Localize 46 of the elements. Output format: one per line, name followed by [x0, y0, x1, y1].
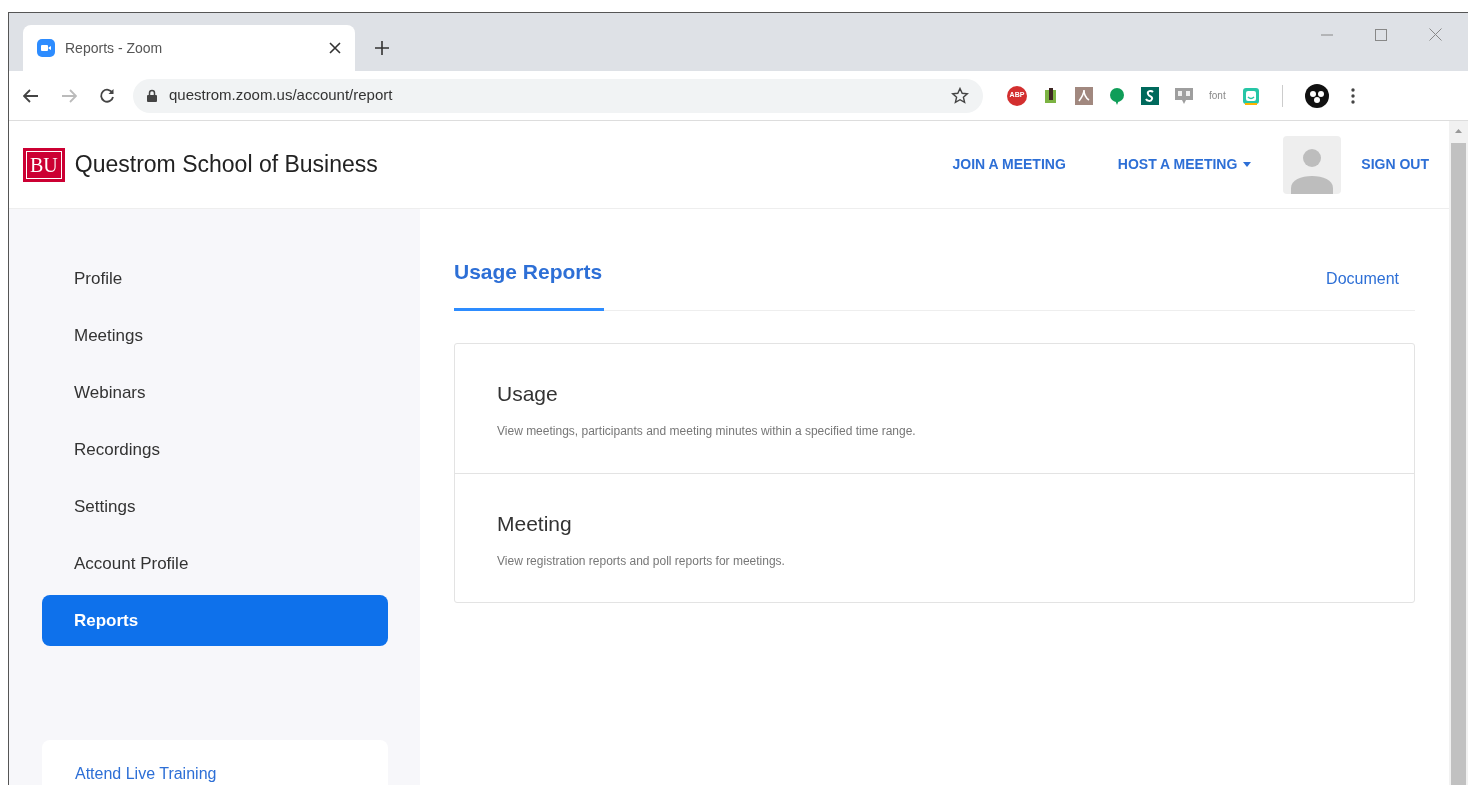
scrollbar-thumb[interactable] — [1451, 143, 1466, 785]
report-tab[interactable]: Usage Reports — [454, 245, 605, 311]
report-title[interactable]: Usage — [497, 378, 558, 410]
sidebar-item[interactable]: Account Profile — [42, 538, 388, 589]
speech-bubble-extension-icon[interactable] — [1175, 86, 1193, 105]
profile-avatar-icon[interactable] — [1304, 83, 1329, 108]
url-text: questrom.zoom.us/account/report — [169, 85, 394, 106]
tab-title: Reports - Zoom — [65, 38, 164, 58]
scrollbar[interactable] — [1449, 121, 1468, 785]
scroll-up-icon[interactable] — [1455, 129, 1462, 133]
chat-bubble-extension-icon[interactable] — [1109, 86, 1125, 105]
sidebar-item[interactable]: Settings — [42, 481, 388, 532]
sidebar-item[interactable]: Webinars — [42, 367, 388, 418]
star-icon[interactable] — [951, 86, 969, 105]
sidebar-item[interactable]: Reports — [42, 595, 388, 646]
report-title[interactable]: Meeting — [497, 508, 572, 540]
new-tab-icon[interactable] — [375, 41, 389, 55]
sidebar-item[interactable]: Recordings — [42, 424, 388, 475]
maximize-icon[interactable] — [1375, 28, 1387, 41]
reload-icon[interactable] — [99, 87, 115, 104]
sign-out-link[interactable]: SIGN OUT — [1361, 154, 1429, 175]
more-menu-icon[interactable] — [1350, 87, 1355, 104]
s-letter-extension-icon[interactable] — [1141, 86, 1159, 105]
nav-link[interactable]: JOIN A MEETING — [952, 154, 1066, 175]
school-name: Questrom School of Business — [74, 150, 378, 180]
report-description: View registration reports and poll reports for meetings. — [497, 552, 786, 570]
pdf-extension-icon[interactable] — [1075, 86, 1093, 105]
logo[interactable]: BU — [23, 147, 65, 182]
forward-arrow-icon[interactable] — [61, 88, 77, 103]
host-meeting-dropdown[interactable]: HOST A MEETING — [1117, 154, 1252, 175]
browser-tab[interactable]: Reports - Zoom — [23, 25, 355, 71]
sidebar-item[interactable]: Profile — [42, 253, 388, 304]
report-description: View meetings, participants and meeting minutes within a specified time range. — [497, 422, 917, 440]
font-extension-button[interactable]: font — [1209, 88, 1226, 103]
document-link[interactable]: Document — [1326, 267, 1399, 291]
address-bar[interactable]: questrom.zoom.us/account/report — [133, 78, 983, 113]
caret-icon — [1243, 162, 1252, 167]
close-icon[interactable] — [329, 42, 341, 54]
clipboard-extension-icon[interactable] — [1043, 86, 1059, 105]
video-camera-icon — [37, 39, 55, 57]
attend-live-training-link[interactable]: Attend Live Training — [75, 765, 217, 782]
user-avatar-icon[interactable] — [1283, 135, 1342, 194]
sidebar-item[interactable]: Meetings — [42, 310, 388, 361]
back-arrow-icon[interactable] — [23, 88, 39, 103]
lock-icon — [147, 89, 157, 102]
smiley-extension-icon[interactable] — [1241, 86, 1260, 105]
